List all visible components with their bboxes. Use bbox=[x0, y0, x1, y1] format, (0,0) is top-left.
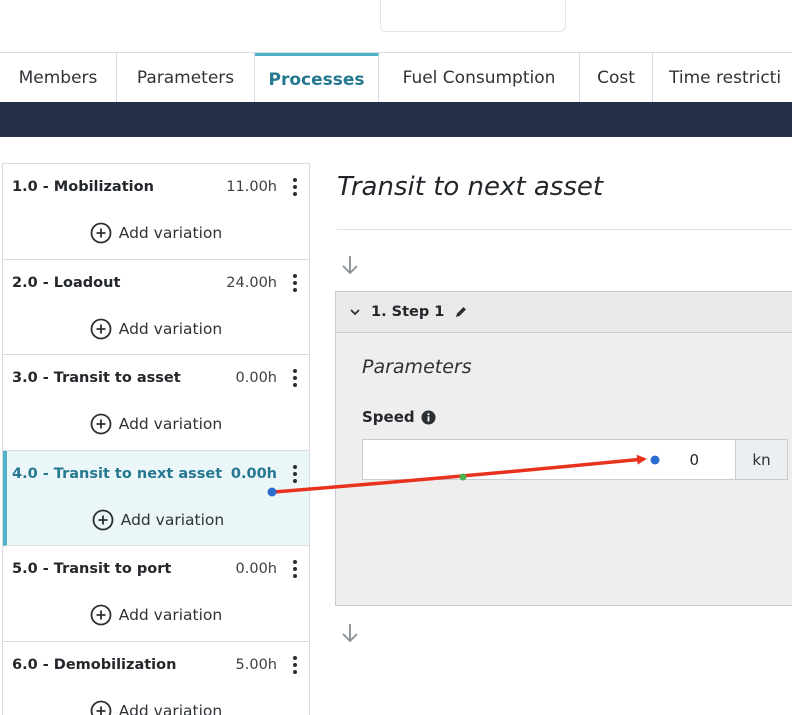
process-name: 3.0 - Transit to asset bbox=[12, 370, 181, 386]
tab-members[interactable]: Members bbox=[0, 53, 117, 103]
process-hours: 0.00h bbox=[235, 561, 277, 577]
add-variation-label: Add variation bbox=[118, 415, 223, 433]
process-hours: 11.00h bbox=[226, 179, 277, 195]
process-name: 2.0 - Loadout bbox=[12, 274, 121, 291]
step-title: 1. Step 1 bbox=[371, 304, 445, 320]
process-list: 1.0 - Mobilization 11.00h Add variation … bbox=[2, 163, 310, 715]
process-header[interactable]: 6.0 - Demobilization 5.00h bbox=[12, 654, 299, 676]
process-hours: 0.00h bbox=[230, 465, 277, 482]
process-header[interactable]: 5.0 - Transit to port 0.00h bbox=[12, 558, 299, 580]
step-card: 1. Step 1 Parameters Speed kn bbox=[335, 291, 792, 606]
process-header[interactable]: 3.0 - Transit to asset 0.00h bbox=[12, 367, 299, 389]
add-variation-button[interactable]: Add variation bbox=[3, 603, 309, 627]
step-header[interactable]: 1. Step 1 bbox=[336, 292, 792, 333]
plus-circle-icon bbox=[90, 700, 112, 715]
add-variation-button[interactable]: Add variation bbox=[3, 699, 309, 715]
pencil-icon[interactable] bbox=[454, 305, 468, 319]
speed-input[interactable] bbox=[362, 439, 736, 480]
process-hours: 0.00h bbox=[235, 370, 277, 386]
add-variation-label: Add variation bbox=[118, 701, 223, 715]
process-item[interactable]: 6.0 - Demobilization 5.00h Add variation bbox=[3, 642, 309, 715]
add-variation-button[interactable]: Add variation bbox=[7, 508, 309, 532]
more-options-icon[interactable] bbox=[291, 558, 299, 580]
tab-processes[interactable]: Processes bbox=[255, 53, 379, 103]
plus-circle-icon bbox=[90, 604, 112, 626]
plus-circle-icon bbox=[92, 509, 114, 530]
add-variation-label: Add variation bbox=[118, 319, 223, 338]
speed-label: Speed bbox=[362, 408, 436, 426]
tab-time-restrictions[interactable]: Time restricti bbox=[653, 53, 792, 103]
process-item[interactable]: 1.0 - Mobilization 11.00h Add variation bbox=[3, 164, 309, 260]
tab-cost[interactable]: Cost bbox=[580, 53, 653, 103]
more-options-icon[interactable] bbox=[291, 367, 299, 389]
plus-circle-icon bbox=[90, 413, 112, 435]
arrow-down-icon bbox=[342, 256, 358, 275]
process-header[interactable]: 2.0 - Loadout 24.00h bbox=[12, 272, 299, 294]
process-item-selected[interactable]: 4.0 - Transit to next asset 0.00h Add va… bbox=[3, 450, 309, 546]
more-options-icon[interactable] bbox=[291, 463, 299, 485]
top-panel-edge bbox=[380, 0, 566, 32]
process-item[interactable]: 2.0 - Loadout 24.00h Add variation bbox=[3, 260, 309, 355]
plus-circle-icon bbox=[90, 318, 112, 339]
process-name: 1.0 - Mobilization bbox=[12, 179, 154, 195]
info-icon[interactable] bbox=[421, 410, 436, 425]
process-hours: 5.00h bbox=[235, 656, 277, 673]
app-window: Members Parameters Processes Fuel Consum… bbox=[0, 0, 792, 715]
add-variation-button[interactable]: Add variation bbox=[3, 221, 309, 245]
add-variation-button[interactable]: Add variation bbox=[3, 317, 309, 341]
more-options-icon[interactable] bbox=[291, 272, 299, 294]
plus-circle-icon bbox=[90, 222, 112, 244]
add-variation-label: Add variation bbox=[118, 606, 223, 624]
process-name: 5.0 - Transit to port bbox=[12, 561, 172, 577]
more-options-icon[interactable] bbox=[291, 654, 299, 676]
add-variation-label: Add variation bbox=[120, 510, 225, 529]
page-title: Transit to next asset bbox=[337, 172, 604, 202]
tab-bar: Members Parameters Processes Fuel Consum… bbox=[0, 52, 792, 103]
process-item[interactable]: 5.0 - Transit to port 0.00h Add variatio… bbox=[3, 546, 309, 642]
process-name: 6.0 - Demobilization bbox=[12, 656, 177, 673]
process-header[interactable]: 1.0 - Mobilization 11.00h bbox=[12, 176, 299, 198]
tab-fuel-consumption[interactable]: Fuel Consumption bbox=[379, 53, 580, 103]
parameters-heading: Parameters bbox=[362, 356, 472, 378]
process-header[interactable]: 4.0 - Transit to next asset 0.00h bbox=[12, 463, 299, 485]
process-hours: 24.00h bbox=[226, 274, 277, 291]
speed-label-text: Speed bbox=[362, 408, 415, 426]
chevron-down-icon[interactable] bbox=[349, 306, 361, 318]
navigation-bar bbox=[0, 102, 792, 137]
tab-parameters[interactable]: Parameters bbox=[117, 53, 255, 103]
add-variation-label: Add variation bbox=[118, 224, 223, 242]
speed-unit-addon: kn bbox=[736, 439, 788, 480]
add-variation-button[interactable]: Add variation bbox=[3, 412, 309, 436]
process-name: 4.0 - Transit to next asset bbox=[12, 465, 223, 482]
process-item[interactable]: 3.0 - Transit to asset 0.00h Add variati… bbox=[3, 355, 309, 451]
title-divider bbox=[337, 229, 792, 230]
more-options-icon[interactable] bbox=[291, 176, 299, 198]
arrow-down-icon bbox=[342, 624, 358, 643]
